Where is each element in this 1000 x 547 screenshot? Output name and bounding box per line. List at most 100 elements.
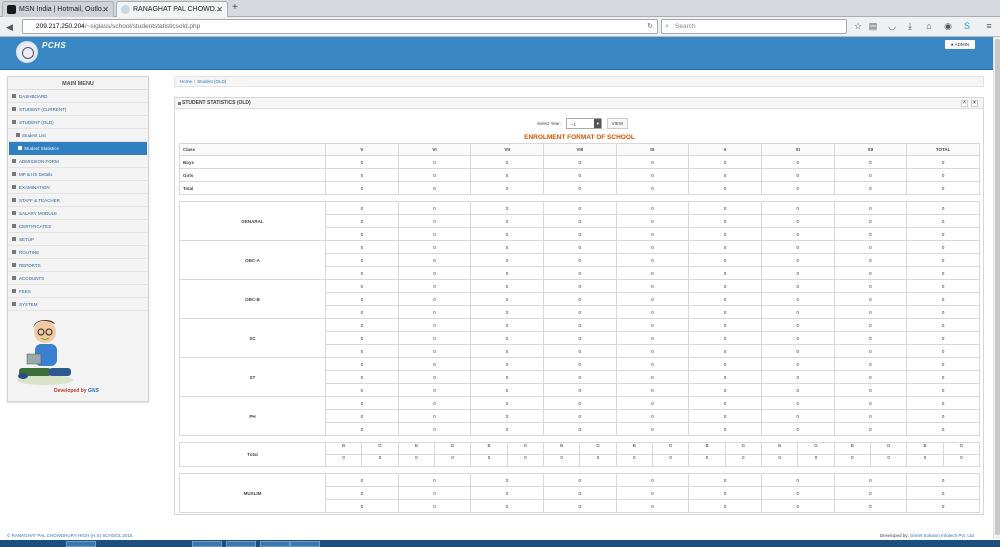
boys-code: B (544, 443, 581, 454)
table-row: Total 0 0 0 0 0 0 0 0 0 (178, 181, 980, 195)
table-cell: 0 (906, 370, 980, 384)
admin-user-button[interactable]: ● ADMIN (945, 40, 975, 49)
sidebar-item-dashboard[interactable]: DASHBOARD (8, 90, 148, 103)
table-cell: 0 (615, 357, 690, 371)
table-cell: 0 (688, 279, 762, 293)
year-select[interactable]: --1 ▼ (566, 118, 603, 129)
close-icon[interactable]: × (971, 100, 978, 107)
chat-icon[interactable]: ◉ (942, 19, 954, 33)
page-scrollbar[interactable] (993, 37, 1000, 539)
taskbar-item[interactable] (290, 541, 320, 547)
sidebar-item-label: SALARY MODULE (19, 211, 58, 216)
sidebar-item-system[interactable]: SYSTEM (8, 298, 148, 311)
developer-logo[interactable]: GNS (88, 388, 99, 394)
sidebar-item-accounts[interactable]: ACCOUNTS (8, 272, 148, 285)
taskbar-item[interactable] (66, 541, 96, 547)
view-button[interactable]: VIEW (606, 118, 629, 129)
back-arrow-icon[interactable]: ◀ (6, 17, 13, 37)
school-logo-icon (16, 41, 38, 63)
table-cell: 0 (615, 473, 690, 487)
total-pair-cell: BG (906, 442, 980, 455)
menu-icon[interactable]: ≡ (983, 19, 995, 33)
table-cell: 0 (760, 396, 835, 410)
sidebar-item-fees[interactable]: FEES (8, 285, 148, 298)
sidebar-item-salary-module[interactable]: SALARY MODULE (8, 207, 148, 220)
table-cell: 0 (760, 253, 835, 267)
table-cell: 0 (470, 473, 544, 487)
sidebar-item-admission-form[interactable]: ADMISSION FORM (8, 155, 148, 168)
close-tab-icon[interactable]: ✕ (216, 2, 223, 17)
pocket-icon[interactable]: ◡ (886, 19, 898, 33)
girls-code: G (886, 443, 891, 449)
table-cell: 0 (397, 486, 472, 500)
sidebar-item-student-old[interactable]: STUDENT (OLD) (8, 116, 148, 129)
table-cell: 0 (833, 396, 908, 410)
taskbar-item[interactable] (226, 541, 256, 547)
category-name: PH (179, 396, 326, 436)
menu-item-icon (12, 185, 16, 189)
sidebar-item-student-current[interactable]: STUDENT (CURRENT) (8, 103, 148, 116)
student-mascot-image (17, 320, 73, 385)
table-cell: 0 (906, 279, 980, 293)
table-cell: 0 (833, 486, 908, 500)
new-tab-button[interactable]: + (232, 2, 238, 14)
table-cell: 0 (397, 473, 472, 487)
reload-icon[interactable]: ↻ (647, 20, 653, 33)
table-cell: 0 (615, 422, 690, 436)
tab-ranaghat[interactable]: RANAGHAT PAL CHOWD... ✕ (116, 1, 228, 18)
tab-msn[interactable]: MSN India | Hotmail, Outlo... ✕ (2, 1, 114, 17)
sidebar-item-reports[interactable]: REPORTS (8, 259, 148, 272)
footer-dev-link[interactable]: Gnnet Solution Infotech Pvt. Ltd. (910, 533, 975, 538)
sidebar-item-examination[interactable]: EXAMINATION (8, 181, 148, 194)
table-gap (179, 466, 980, 474)
sidebar-item-certificates[interactable]: CERTIFICATES (8, 220, 148, 233)
table-cell: 0 (906, 422, 980, 436)
address-bar[interactable]: 209.217.250.204/~siglass/school/students… (22, 19, 658, 34)
table-cell: 0 (615, 168, 690, 182)
close-tab-icon[interactable]: ✕ (102, 2, 109, 17)
table-cell: 0 (542, 331, 617, 345)
sidebar-item-student-statistics[interactable]: Student Statistics (9, 142, 147, 155)
sidebar-item-setup[interactable]: SETUP (8, 233, 148, 246)
total-girls-value: 0 (669, 455, 672, 461)
table-cell: 0 (760, 499, 835, 513)
sidebar-item-routine[interactable]: ROUTINE (8, 246, 148, 259)
category-name: OBC-A (179, 240, 326, 280)
taskbar-item[interactable] (192, 541, 222, 547)
reading-list-icon[interactable]: ▤ (867, 19, 879, 33)
sidebar-item-label: SETUP (19, 237, 35, 242)
sidebar-item-student-list[interactable]: Student List (8, 129, 148, 142)
sidebar-item-label: ROUTINE (19, 250, 40, 255)
sidebar-item-staff-teacher[interactable]: STAFF & TEACHER (8, 194, 148, 207)
download-icon[interactable]: ⤓ (904, 19, 916, 33)
sidebar-item-label: SYSTEM (19, 302, 38, 307)
table-cell: 0 (906, 181, 980, 195)
table-cell: 0 (397, 344, 472, 358)
total-girls-value: 0 (378, 455, 382, 461)
table-cell: 0 (542, 181, 617, 195)
table-cell: 0 (833, 357, 908, 371)
table-cell: 0 (615, 409, 690, 423)
table-cell: 0 (760, 331, 835, 345)
bookmark-star-icon[interactable]: ☆ (852, 19, 864, 33)
sidebar-menu: DASHBOARD STUDENT (CURRENT) STUDENT (OLD) S… (8, 90, 148, 311)
table-cell: 0 (542, 473, 617, 487)
total-boys-value: 0 (544, 455, 581, 466)
home-icon[interactable]: ⌂ (923, 19, 935, 33)
search-bar[interactable]: ⌕ Search (661, 19, 847, 34)
table-cell: 0 (760, 305, 835, 319)
table-cell: 0 (542, 227, 617, 241)
table-cell: 0 (688, 201, 762, 215)
collapse-icon[interactable]: ˄ (961, 100, 968, 107)
breadcrumb-home[interactable]: Home (180, 79, 192, 84)
scrollbar-thumb[interactable] (995, 39, 1000, 535)
table-cell: 0 (833, 344, 908, 358)
table-cell: 0 (615, 344, 690, 358)
breadcrumb-current[interactable]: Student (OLD) (197, 79, 226, 84)
table-cell: 0 (833, 227, 908, 241)
total-girls-value: 0 (742, 455, 745, 461)
taskbar-item[interactable] (260, 541, 290, 547)
skype-icon[interactable]: S (961, 19, 973, 33)
table-cell: 0 (906, 168, 980, 182)
sidebar-item-mp-hs-details[interactable]: MP & HS Details (8, 168, 148, 181)
